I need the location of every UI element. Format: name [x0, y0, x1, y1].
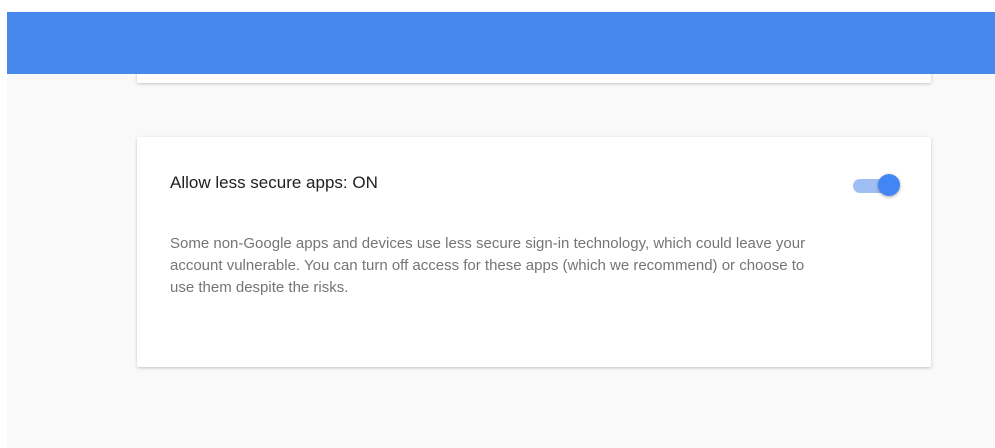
less-secure-apps-card: Allow less secure apps: ON Some non-Goog… — [137, 137, 931, 367]
less-secure-apps-toggle[interactable] — [851, 173, 903, 199]
toggle-thumb — [878, 174, 900, 196]
header-bar — [7, 12, 995, 74]
setting-title: Allow less secure apps: ON — [170, 173, 378, 192]
page-frame: Allow less secure apps: ON Some non-Goog… — [7, 12, 995, 448]
setting-description: Some non-Google apps and devices use les… — [170, 235, 806, 296]
